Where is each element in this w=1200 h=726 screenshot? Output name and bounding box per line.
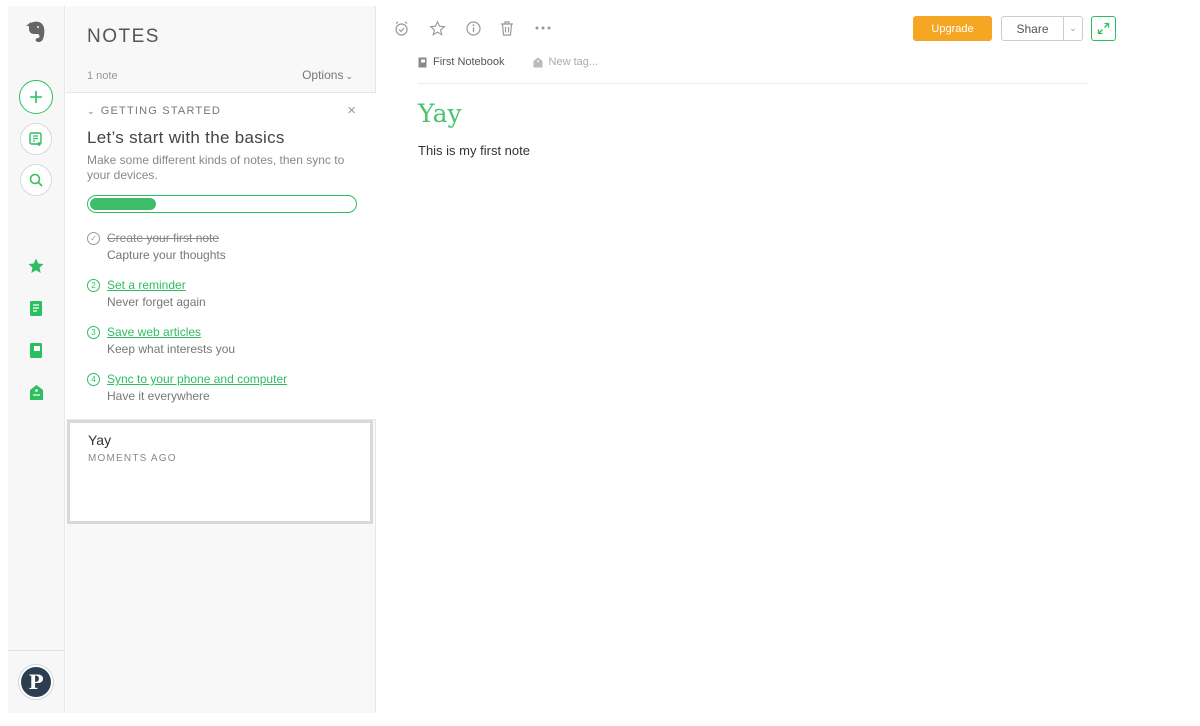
getting-started-header[interactable]: ⌄ GETTING STARTED	[87, 105, 221, 117]
close-icon[interactable]: ×	[347, 102, 356, 119]
notes-panel: NOTES 1 note Options ⌄ ⌄ GETTING STARTED ×…	[66, 6, 376, 713]
share-dropdown-button[interactable]: ⌄	[1063, 16, 1083, 41]
notebooks-button[interactable]	[26, 340, 46, 360]
work-chat-icon	[29, 132, 42, 146]
step-subtext: Have it everywhere	[107, 389, 210, 403]
tags-button[interactable]	[26, 382, 46, 402]
chevron-down-icon: ⌄	[87, 106, 96, 116]
search-icon	[29, 173, 43, 187]
divider	[418, 83, 1088, 84]
options-label: Options	[302, 68, 344, 82]
list-item[interactable]: Yay MOMENTS AGO	[67, 420, 373, 524]
share-button[interactable]: Share	[1001, 16, 1064, 41]
step-number: 4	[87, 373, 100, 386]
step-number: 3	[87, 326, 100, 339]
step-link[interactable]: Create your first note	[107, 231, 219, 245]
tag-icon	[533, 57, 543, 67]
note-icon	[30, 300, 42, 316]
reminder-icon[interactable]	[391, 18, 411, 38]
note-card-title: Yay	[88, 432, 112, 448]
more-options-icon[interactable]	[533, 18, 553, 38]
getting-started-card: ⌄ GETTING STARTED × Let’s start with the …	[66, 92, 376, 420]
step-number: 2	[87, 279, 100, 292]
expand-button[interactable]	[1091, 16, 1116, 41]
step-subtext: Keep what interests you	[107, 342, 236, 356]
tag-input-placeholder: New tag...	[548, 56, 599, 68]
tag-field[interactable]: New tag...	[533, 56, 599, 68]
getting-started-title: Let’s start with the basics	[87, 128, 285, 147]
step-subtext: Never forget again	[107, 295, 206, 309]
step-link[interactable]: Save web articles	[107, 325, 201, 339]
tag-icon	[29, 384, 43, 400]
note-title-field[interactable]: Yay	[418, 99, 462, 128]
expand-icon	[1097, 22, 1110, 35]
note-meta: First Notebook New tag...	[418, 56, 598, 68]
note-body-field[interactable]: This is my first note	[418, 143, 530, 158]
getting-started-header-label: GETTING STARTED	[100, 105, 222, 117]
avatar: P	[19, 665, 53, 699]
chevron-down-icon: ⌄	[345, 71, 353, 81]
notes-button[interactable]	[26, 298, 46, 318]
progress-fill	[90, 198, 156, 210]
getting-started-description: Make some different kinds of notes, then…	[87, 153, 345, 182]
notebook-selector[interactable]: First Notebook	[433, 56, 505, 68]
check-icon: ✓	[87, 232, 100, 245]
note-count: 1 note	[87, 70, 118, 82]
options-dropdown[interactable]: Options ⌄	[302, 68, 353, 82]
trash-icon[interactable]	[497, 18, 517, 38]
note-card-date: MOMENTS AGO	[88, 453, 177, 464]
panel-title: NOTES	[87, 26, 160, 47]
account-button[interactable]: P	[19, 665, 53, 699]
star-icon[interactable]	[427, 18, 447, 38]
rail-divider	[8, 650, 64, 651]
work-chat-button[interactable]	[20, 123, 52, 155]
new-note-button[interactable]	[19, 80, 53, 114]
left-rail: P	[8, 6, 65, 713]
elephant-logo-icon[interactable]	[20, 16, 52, 48]
plus-icon	[30, 91, 42, 103]
upgrade-button[interactable]: Upgrade	[913, 16, 992, 41]
step-subtext: Capture your thoughts	[107, 248, 226, 262]
step-link[interactable]: Sync to your phone and computer	[107, 372, 287, 386]
info-icon[interactable]	[463, 18, 483, 38]
shortcuts-button[interactable]	[26, 256, 46, 276]
chevron-down-icon: ⌄	[1069, 23, 1077, 33]
notebook-icon	[30, 342, 42, 358]
progress-bar	[87, 195, 357, 213]
note-editor: Upgrade Share ⌄ First Notebook New tag..…	[377, 6, 1200, 713]
search-button[interactable]	[20, 164, 52, 196]
notebook-icon	[418, 57, 427, 68]
star-icon	[28, 258, 44, 273]
step-link[interactable]: Set a reminder	[107, 278, 186, 292]
